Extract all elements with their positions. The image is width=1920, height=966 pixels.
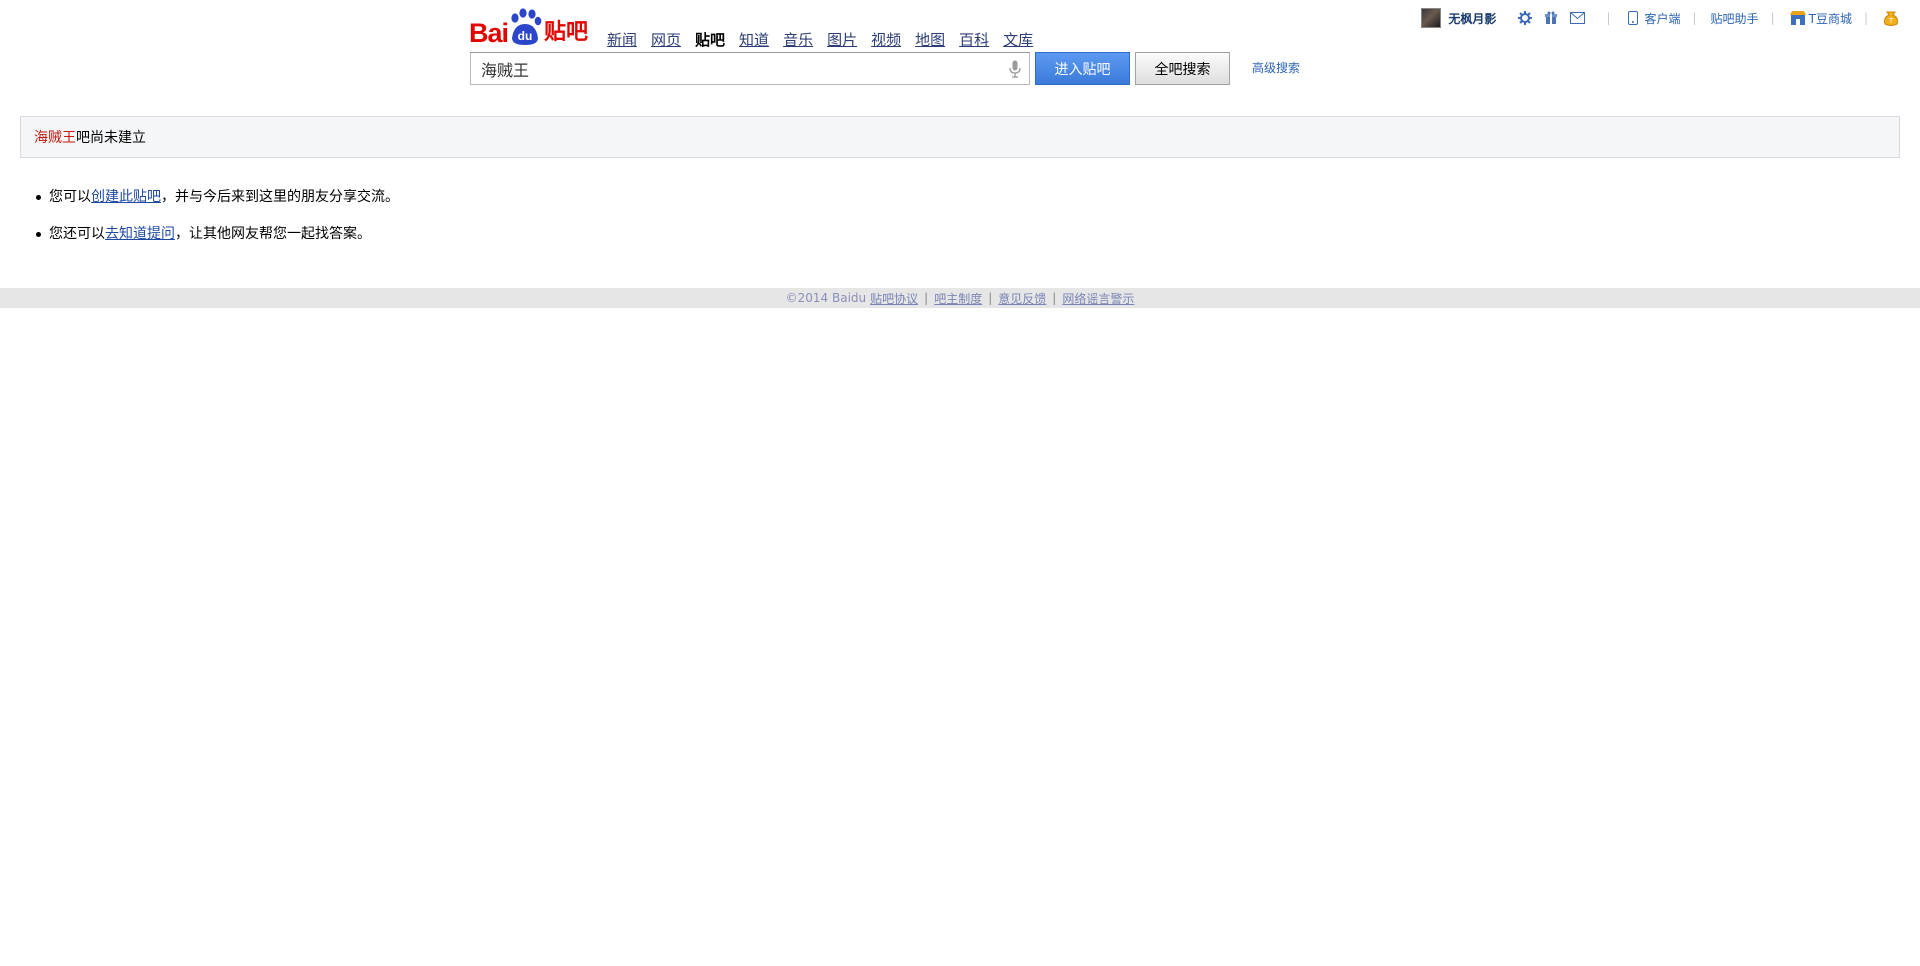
svg-text:T: T xyxy=(1888,17,1894,25)
footer-link[interactable]: 网络谣言警示 xyxy=(1062,290,1134,307)
footer-link[interactable]: 意见反馈 xyxy=(998,290,1046,307)
search-box xyxy=(470,52,1030,85)
create-tieba-link[interactable]: 创建此贴吧 xyxy=(91,189,161,205)
not-created-notice: 海贼王 吧尚未建立 xyxy=(20,116,1900,158)
nav-item[interactable]: 音乐 xyxy=(783,29,813,50)
enter-tieba-button[interactable]: 进入贴吧 xyxy=(1035,52,1130,85)
nav-item[interactable]: 视频 xyxy=(871,29,901,50)
baidu-tieba-logo[interactable]: Bai du 贴吧 xyxy=(469,6,589,48)
svg-text:du: du xyxy=(518,29,533,43)
nav-item[interactable]: 贴吧 xyxy=(695,29,725,50)
notice-keyword: 海贼王 xyxy=(34,130,76,146)
microphone-icon[interactable] xyxy=(1001,54,1029,84)
footer-separator: | xyxy=(924,291,929,305)
phone-icon xyxy=(1624,9,1642,27)
separator: | xyxy=(1770,11,1775,25)
mail-icon[interactable] xyxy=(1568,9,1586,27)
nav-item[interactable]: 百科 xyxy=(959,29,989,50)
tip-text: ，让其他网友帮您一起找答案。 xyxy=(175,226,371,242)
footer-link[interactable]: 贴吧协议 xyxy=(870,290,918,307)
copyright: ©2014 Baidu xyxy=(785,291,867,305)
list-item: 您还可以去知道提问，让其他网友帮您一起找答案。 xyxy=(34,223,399,260)
logo-tieba-text: 贴吧 xyxy=(544,20,589,45)
footer-separator: | xyxy=(1052,291,1057,305)
list-item: 您可以创建此贴吧，并与今后来到这里的朋友分享交流。 xyxy=(34,186,399,223)
avatar[interactable] xyxy=(1421,8,1442,28)
nav-item[interactable]: 新闻 xyxy=(607,29,637,50)
assistant-link[interactable]: 贴吧助手 xyxy=(1711,10,1759,27)
gift-icon[interactable] xyxy=(1542,9,1560,27)
tip-text: 您可以 xyxy=(49,189,91,205)
client-label: 客户端 xyxy=(1644,11,1681,26)
search-input[interactable] xyxy=(471,53,1001,84)
footer: ©2014 Baidu 贴吧协议 | 吧主制度 | 意见反馈 | 网络谣言警示 xyxy=(0,288,1920,308)
separator: | xyxy=(1692,11,1697,25)
product-nav: 新闻 网页 贴吧 知道 音乐 图片 视频 地图 百科 文库 xyxy=(607,29,1047,50)
tshop-label: T豆商城 xyxy=(1808,11,1852,26)
gear-icon[interactable] xyxy=(1516,9,1534,27)
nav-item[interactable]: 网页 xyxy=(651,29,681,50)
tip-text: 您还可以 xyxy=(49,226,105,242)
nav-item[interactable]: 图片 xyxy=(827,29,857,50)
user-bar: 无枫月影 | 客户端 | 贴吧助手 | T豆商城 | T xyxy=(1421,7,1900,29)
ask-zhidao-link[interactable]: 去知道提问 xyxy=(105,226,175,242)
client-link[interactable]: 客户端 xyxy=(1624,9,1681,27)
separator: | xyxy=(1606,11,1611,25)
tips-list: 您可以创建此贴吧，并与今后来到这里的朋友分享交流。 您还可以去知道提问，让其他网… xyxy=(34,186,399,260)
footer-link[interactable]: 吧主制度 xyxy=(934,290,982,307)
nav-item[interactable]: 地图 xyxy=(915,29,945,50)
tshop-link[interactable]: T豆商城 xyxy=(1789,9,1852,27)
tip-text: ，并与今后来到这里的朋友分享交流。 xyxy=(161,189,399,205)
username-link[interactable]: 无枫月影 xyxy=(1448,10,1496,27)
paw-icon: du xyxy=(508,8,542,48)
separator: | xyxy=(1863,11,1868,25)
shop-icon xyxy=(1789,9,1807,27)
coin-bag-icon[interactable]: T xyxy=(1882,9,1900,27)
advanced-search-link[interactable]: 高级搜索 xyxy=(1252,59,1300,76)
nav-item[interactable]: 知道 xyxy=(739,29,769,50)
footer-separator: | xyxy=(988,291,993,305)
logo-bai-text: Bai xyxy=(469,18,509,48)
nav-item[interactable]: 文库 xyxy=(1003,29,1033,50)
search-all-button[interactable]: 全吧搜索 xyxy=(1135,52,1230,85)
notice-text: 吧尚未建立 xyxy=(76,130,146,146)
